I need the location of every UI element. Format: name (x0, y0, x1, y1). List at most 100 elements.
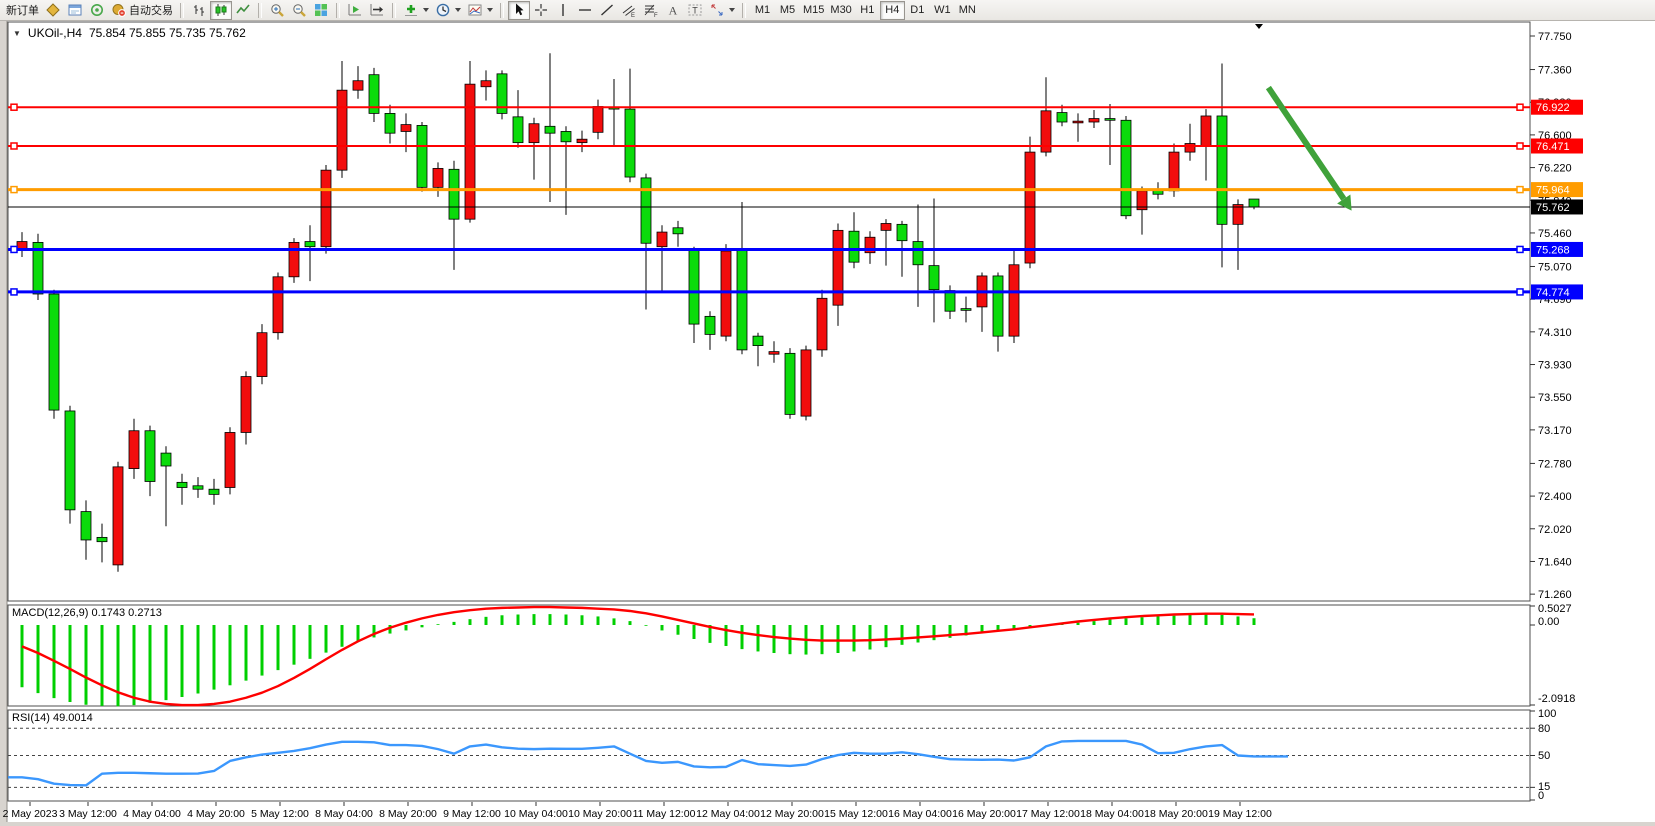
macd-tick-label: 0.00 (1538, 616, 1559, 628)
candle-body (177, 482, 187, 487)
new-order-button[interactable]: 新订单 (3, 1, 42, 20)
line-handle[interactable] (11, 246, 17, 252)
candle-body (209, 489, 219, 494)
candle-body (1009, 265, 1019, 336)
candle-body (753, 336, 763, 345)
text-button[interactable]: A (662, 1, 684, 20)
line-handle[interactable] (11, 289, 17, 295)
time-label: 18 May 20:00 (1144, 808, 1208, 820)
bar-chart-icon (191, 2, 207, 18)
candle-body (81, 512, 91, 540)
fibonacci-button[interactable]: F (640, 1, 662, 20)
line-handle[interactable] (1517, 187, 1523, 193)
candle-body (913, 242, 923, 265)
line-handle[interactable] (1517, 289, 1523, 295)
line-handle[interactable] (11, 187, 17, 193)
candle-body (481, 81, 491, 87)
candle-body (337, 90, 347, 170)
candle-body (849, 231, 859, 262)
time-label: 16 May 04:00 (888, 808, 952, 820)
price-badge: 75.268 (1531, 242, 1583, 257)
line-handle[interactable] (1517, 143, 1523, 149)
candle-body (65, 411, 75, 510)
timeframe-m30-button[interactable]: M30 (827, 1, 854, 20)
cursor-button[interactable] (508, 1, 530, 20)
timeframe-mn-button[interactable]: MN (955, 1, 980, 20)
line-handle[interactable] (1517, 246, 1523, 252)
candle-body (1201, 116, 1211, 146)
bar-chart-button[interactable] (188, 1, 210, 20)
candle-body (577, 139, 587, 142)
candle-body (945, 291, 955, 312)
chevron-down-icon (423, 8, 429, 12)
time-label: 12 May 04:00 (696, 808, 760, 820)
signals-button[interactable] (86, 1, 108, 20)
rsi-tick-label: 0 (1538, 790, 1544, 802)
chart-canvas[interactable]: 2 May 20233 May 12:004 May 04:004 May 20… (0, 0, 1655, 826)
equidistant-channel-button[interactable]: E (618, 1, 640, 20)
candle-body (513, 117, 523, 143)
vertical-line-icon (555, 2, 571, 18)
timeframe-m15-button[interactable]: M15 (800, 1, 827, 20)
time-label: 11 May 12:00 (633, 808, 696, 820)
panel-splitter-macd[interactable] (0, 601, 1655, 605)
rsi-indicator-label: RSI(14) 49.0014 (12, 712, 93, 724)
candle-body (689, 250, 699, 324)
candle-body (449, 169, 459, 219)
price-tick-label: 72.400 (1538, 491, 1572, 503)
price-badge: 75.964 (1531, 182, 1583, 197)
terminal-window-button[interactable] (64, 1, 86, 20)
arrows-tool-button[interactable] (706, 1, 738, 20)
zoom-in-button[interactable] (266, 1, 288, 20)
toolbar-separator (392, 3, 396, 18)
candlestick-chart-button[interactable] (210, 1, 232, 20)
price-badge: 75.762 (1531, 199, 1583, 214)
price-badge: 76.922 (1531, 100, 1583, 115)
price-tick-label: 73.550 (1538, 392, 1572, 404)
zoom-out-button[interactable] (288, 1, 310, 20)
auto-trading-button[interactable]: 自动交易 (108, 1, 176, 20)
time-label: 10 May 04:00 (504, 808, 568, 820)
line-handle[interactable] (11, 143, 17, 149)
chart-shift-button[interactable] (366, 1, 388, 20)
trendline-button[interactable] (596, 1, 618, 20)
templates-button[interactable] (464, 1, 496, 20)
candle-body (273, 277, 283, 333)
line-handle[interactable] (11, 104, 17, 110)
horizontal-line-button[interactable] (574, 1, 596, 20)
price-badge-label: 75.964 (1536, 185, 1570, 197)
toolbar: 新订单 自动交易 EFAT M1M5M15M30H1H4D1W1MN (0, 0, 1655, 21)
timeframe-m1-button[interactable]: M1 (750, 1, 775, 20)
candle-body (1057, 113, 1067, 122)
trendline-icon (599, 2, 615, 18)
timeframe-h4-button[interactable]: H4 (880, 1, 905, 20)
timeframe-d1-button[interactable]: D1 (905, 1, 930, 20)
candle-body (1025, 152, 1035, 263)
indicators-button[interactable] (400, 1, 432, 20)
price-tick-label: 73.930 (1538, 360, 1572, 372)
metaeditor-button[interactable] (42, 1, 64, 20)
timeframe-w1-button[interactable]: W1 (930, 1, 955, 20)
line-chart-button[interactable] (232, 1, 254, 20)
timeframe-m5-button[interactable]: M5 (775, 1, 800, 20)
time-label: 3 May 12:00 (59, 808, 117, 820)
text-label-button[interactable]: T (684, 1, 706, 20)
candle-body (241, 377, 251, 433)
timeframe-h1-button[interactable]: H1 (855, 1, 880, 20)
text-icon: A (665, 2, 681, 18)
candle-body (129, 431, 139, 469)
candle-body (737, 250, 747, 350)
line-handle[interactable] (1517, 104, 1523, 110)
panel-splitter-rsi[interactable] (0, 706, 1655, 710)
price-tick-label: 76.220 (1538, 163, 1572, 175)
tile-windows-button[interactable] (310, 1, 332, 20)
candle-body (353, 81, 363, 90)
new-order-label: 新订单 (6, 2, 39, 18)
crosshair-button[interactable] (530, 1, 552, 20)
vertical-line-button[interactable] (552, 1, 574, 20)
svg-text:A: A (669, 4, 678, 18)
periods-button[interactable] (432, 1, 464, 20)
auto-scroll-button[interactable] (344, 1, 366, 20)
collapse-chart-icon[interactable]: ▼ (13, 29, 21, 38)
candle-body (1105, 119, 1115, 121)
